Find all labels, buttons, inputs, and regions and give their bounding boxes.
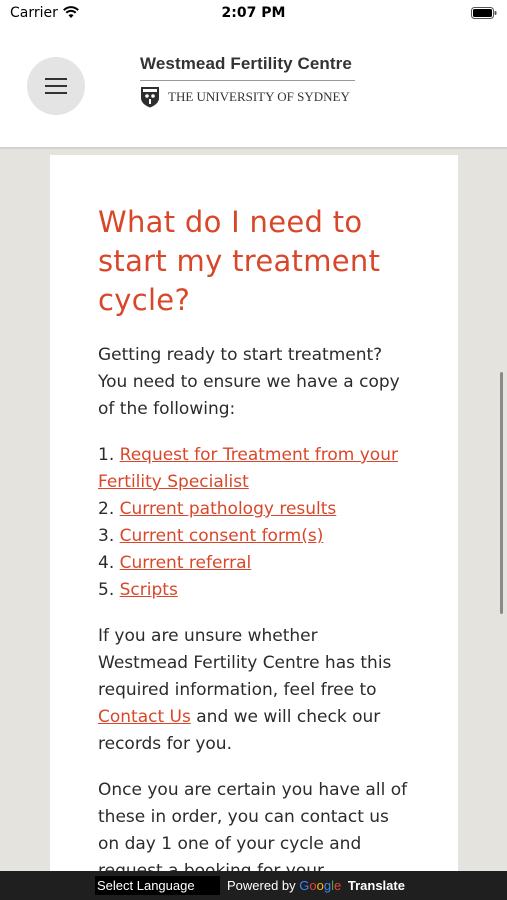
scripts-link[interactable]: Scripts [120,580,178,600]
powered-by-text: Powered by [227,878,296,893]
scrollbar[interactable] [500,372,503,614]
intro-paragraph: Getting ready to start treatment? You ne… [98,345,400,419]
list-number: 2. [98,499,115,519]
hamburger-icon [45,85,67,87]
list-number: 5. [98,580,115,600]
menu-button[interactable] [27,57,85,115]
list-number: 3. [98,526,115,546]
logo-divider [140,80,355,81]
language-select[interactable]: Select Language [95,876,220,895]
translate-link[interactable]: Translate [348,878,405,893]
university-name: THE UNIVERSITY OF SYDNEY [168,89,350,104]
booking-paragraph: Once you are certain you have all of the… [98,780,408,871]
status-bar: Carrier 2:07 PM [0,0,507,30]
hamburger-icon [45,92,67,94]
battery-icon [471,7,497,19]
contact-text-before: If you are unsure whether Westmead Ferti… [98,626,392,700]
consent-forms-link[interactable]: Current consent form(s) [120,526,324,546]
contact-us-link[interactable]: Contact Us [98,707,191,727]
university-crest-icon [141,87,159,108]
content-card: What do I need to start my treatment cyc… [50,155,458,871]
requirements-list: 1. Request for Treatment from your Ferti… [98,442,410,604]
list-item: 3. Current consent form(s) [98,523,410,550]
university-lockup: THE UNIVERSITY OF SYDNEY [140,86,355,108]
clock: 2:07 PM [221,5,286,21]
referral-link[interactable]: Current referral [120,553,252,573]
request-for-treatment-link[interactable]: Request for Treatment from your Fertilit… [98,445,398,492]
list-number: 4. [98,553,115,573]
google-logo: Google [299,878,342,893]
list-item: 4. Current referral [98,550,410,577]
list-item: 2. Current pathology results [98,496,410,523]
translate-bar: Select Language Powered by Google Transl… [0,871,507,900]
list-item: 1. Request for Treatment from your Ferti… [98,442,410,496]
pathology-results-link[interactable]: Current pathology results [120,499,337,519]
hamburger-icon [45,78,67,80]
page-title: What do I need to start my treatment cyc… [98,205,381,317]
contact-paragraph: If you are unsure whether Westmead Ferti… [98,623,410,758]
list-number: 1. [98,445,115,465]
logo-title: Westmead Fertility Centre [140,54,352,73]
list-item: 5. Scripts [98,577,410,604]
site-logo[interactable]: Westmead Fertility Centre THE UNIVERSITY… [140,54,355,108]
powered-by-google-translate: Powered by Google Translate [227,876,405,895]
site-header: Westmead Fertility Centre THE UNIVERSITY… [0,30,507,147]
